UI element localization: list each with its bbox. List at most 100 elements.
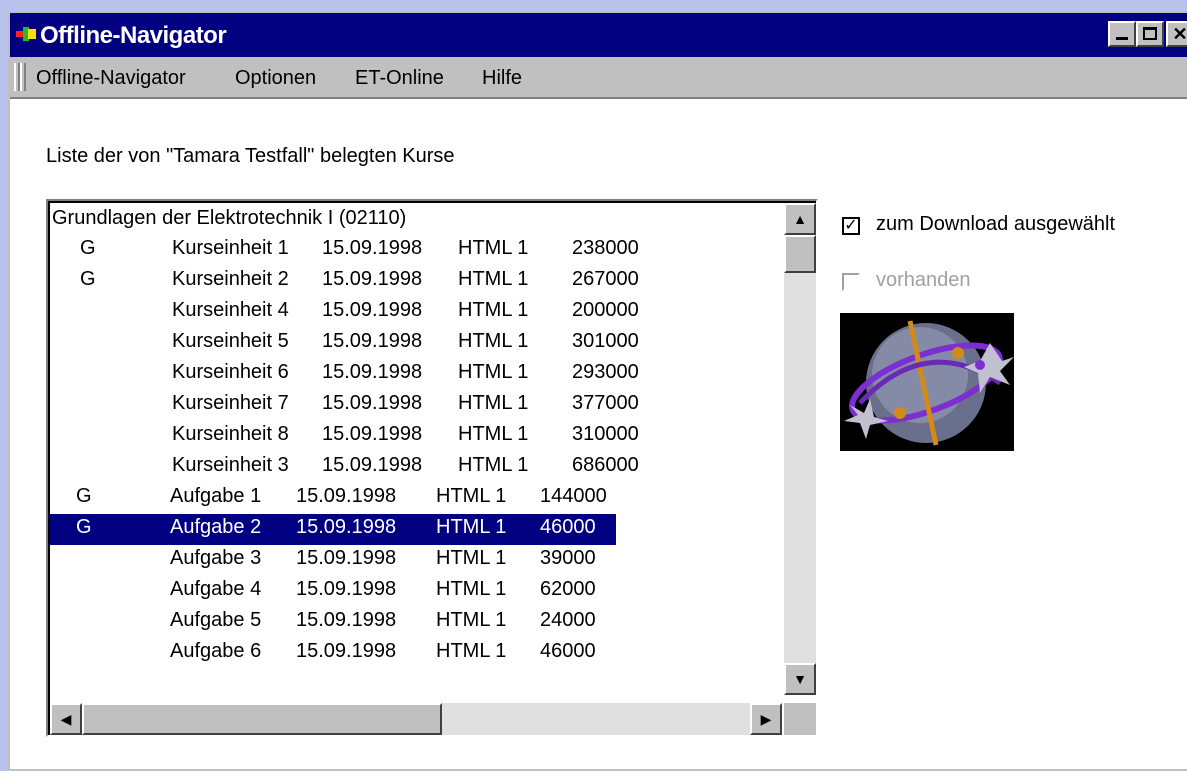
vertical-scroll-thumb[interactable] — [784, 235, 816, 273]
list-item-size: 46000 — [540, 640, 596, 662]
list-item-name: Kurseinheit 1 — [172, 237, 289, 259]
list-item[interactable]: Aufgabe 3 15.09.1998 HTML 1 39000 — [50, 545, 782, 576]
list-item-size: 238000 — [572, 237, 639, 259]
list-item-size: 377000 — [572, 392, 639, 414]
list-item-size: 267000 — [572, 268, 639, 290]
horizontal-scroll-thumb[interactable] — [82, 703, 442, 735]
course-list[interactable]: Grundlagen der Elektrotechnik I (02110) … — [50, 203, 782, 695]
close-icon: ✕ — [1172, 24, 1187, 44]
list-item-format: HTML 1 — [436, 609, 507, 631]
list-item-name: Aufgabe 4 — [170, 578, 262, 600]
arrow-up-icon: ▲ — [793, 211, 807, 227]
course-listbox[interactable]: Grundlagen der Elektrotechnik I (02110) … — [46, 199, 818, 737]
checkmark-icon: ✓ — [844, 217, 858, 234]
title-bar[interactable]: Offline-Navigator ✕ — [10, 13, 1187, 57]
course-list-caption: Liste der von "Tamara Testfall" belegten… — [46, 145, 455, 167]
list-item[interactable]: Kurseinheit 4 15.09.1998 HTML 1 200000 — [50, 297, 782, 328]
minimize-button[interactable] — [1108, 21, 1136, 47]
list-item-format: HTML 1 — [458, 392, 529, 414]
list-item-date: 15.09.1998 — [322, 361, 423, 383]
scroll-up-button[interactable]: ▲ — [784, 203, 816, 235]
menu-offline-navigator[interactable]: Offline-Navigator — [36, 67, 186, 90]
list-item-name: Kurseinheit 2 — [172, 268, 289, 290]
list-item-format: HTML 1 — [458, 268, 529, 290]
scroll-right-button[interactable]: ▶ — [750, 703, 782, 735]
list-item-date: 15.09.1998 — [296, 640, 397, 662]
list-item[interactable]: G Kurseinheit 1 15.09.1998 HTML 1 238000 — [50, 235, 782, 266]
app-icon — [16, 27, 36, 41]
list-item-date: 15.09.1998 — [322, 268, 423, 290]
list-item-name: Kurseinheit 4 — [172, 299, 289, 321]
list-item-date: 15.09.1998 — [296, 516, 397, 538]
list-item[interactable]: G Kurseinheit 2 15.09.1998 HTML 1 267000 — [50, 266, 782, 297]
list-item-size: 46000 — [540, 516, 596, 538]
horizontal-scrollbar[interactable]: ◀ ▶ — [50, 703, 782, 735]
list-item-format: HTML 1 — [458, 361, 529, 383]
scrollbar-corner — [784, 703, 816, 735]
list-item-flag: G — [76, 516, 92, 538]
list-item-name: Aufgabe 6 — [170, 640, 262, 662]
list-item-name: Kurseinheit 3 — [172, 454, 289, 476]
list-item-format: HTML 1 — [458, 299, 529, 321]
arrow-right-icon: ▶ — [760, 711, 772, 727]
list-item-date: 15.09.1998 — [322, 423, 423, 445]
list-item-name: Aufgabe 1 — [170, 485, 262, 507]
vertical-scrollbar[interactable]: ▲ ▼ — [784, 203, 816, 695]
menu-grip[interactable] — [20, 63, 26, 91]
list-item-date: 15.09.1998 — [296, 547, 397, 569]
list-item-size: 200000 — [572, 299, 639, 321]
minimize-icon — [1116, 37, 1128, 40]
window-title: Offline-Navigator — [40, 22, 227, 49]
list-item-name: Aufgabe 2 — [170, 516, 262, 538]
list-item[interactable]: Kurseinheit 5 15.09.1998 HTML 1 301000 — [50, 328, 782, 359]
present-checkbox — [842, 273, 860, 291]
list-item[interactable]: Kurseinheit 6 15.09.1998 HTML 1 293000 — [50, 359, 782, 390]
offline-navigator-window: Offline-Navigator ✕ Offline-Navigator Op… — [8, 11, 1187, 771]
globe-logo-image — [840, 313, 1014, 451]
list-item-format: HTML 1 — [458, 237, 529, 259]
maximize-button[interactable] — [1136, 21, 1164, 47]
list-item-format: HTML 1 — [436, 485, 507, 507]
menu-bar: Offline-Navigator Optionen ET-Online Hil… — [10, 57, 1187, 99]
list-item-format: HTML 1 — [458, 330, 529, 352]
list-item-date: 15.09.1998 — [296, 578, 397, 600]
scroll-down-button[interactable]: ▼ — [784, 663, 816, 695]
list-item-date: 15.09.1998 — [322, 330, 423, 352]
present-option: vorhanden — [842, 269, 1042, 297]
download-option[interactable]: ✓ zum Download ausgewählt — [842, 213, 1182, 241]
list-item-format: HTML 1 — [436, 516, 507, 538]
list-item[interactable]: Aufgabe 5 15.09.1998 HTML 1 24000 — [50, 607, 782, 638]
list-item[interactable]: G Aufgabe 2 15.09.1998 HTML 1 46000 — [50, 514, 782, 545]
list-item-date: 15.09.1998 — [296, 609, 397, 631]
download-label: zum Download ausgewählt — [876, 213, 1116, 235]
list-item[interactable]: Aufgabe 6 15.09.1998 HTML 1 46000 — [50, 638, 782, 669]
list-item-size: 293000 — [572, 361, 639, 383]
list-item-size: 686000 — [572, 454, 639, 476]
list-item[interactable]: Kurseinheit 8 15.09.1998 HTML 1 310000 — [50, 421, 782, 452]
list-item-name: Kurseinheit 7 — [172, 392, 289, 414]
list-item-format: HTML 1 — [458, 423, 529, 445]
list-item[interactable]: Kurseinheit 7 15.09.1998 HTML 1 377000 — [50, 390, 782, 421]
list-item-flag: G — [76, 485, 92, 507]
list-item-size: 310000 — [572, 423, 639, 445]
menu-et-online[interactable]: ET-Online — [355, 67, 444, 90]
group-title: Grundlagen der Elektrotechnik I (02110) — [52, 207, 407, 229]
close-button[interactable]: ✕ — [1166, 21, 1187, 47]
list-item-size: 24000 — [540, 609, 596, 631]
menu-hilfe[interactable]: Hilfe — [482, 67, 522, 90]
list-item[interactable]: Kurseinheit 3 15.09.1998 HTML 1 686000 — [50, 452, 782, 483]
list-item-date: 15.09.1998 — [322, 454, 423, 476]
scroll-left-button[interactable]: ◀ — [50, 703, 82, 735]
list-item[interactable]: G Aufgabe 1 15.09.1998 HTML 1 144000 — [50, 483, 782, 514]
list-item-size: 301000 — [572, 330, 639, 352]
list-item-format: HTML 1 — [458, 454, 529, 476]
menu-optionen[interactable]: Optionen — [235, 67, 316, 90]
list-item-format: HTML 1 — [436, 547, 507, 569]
arrow-left-icon: ◀ — [60, 711, 72, 727]
list-item-format: HTML 1 — [436, 578, 507, 600]
list-item-size: 144000 — [540, 485, 607, 507]
download-checkbox[interactable]: ✓ — [842, 217, 860, 235]
list-item-name: Kurseinheit 6 — [172, 361, 289, 383]
list-item-size: 39000 — [540, 547, 596, 569]
list-item[interactable]: Aufgabe 4 15.09.1998 HTML 1 62000 — [50, 576, 782, 607]
